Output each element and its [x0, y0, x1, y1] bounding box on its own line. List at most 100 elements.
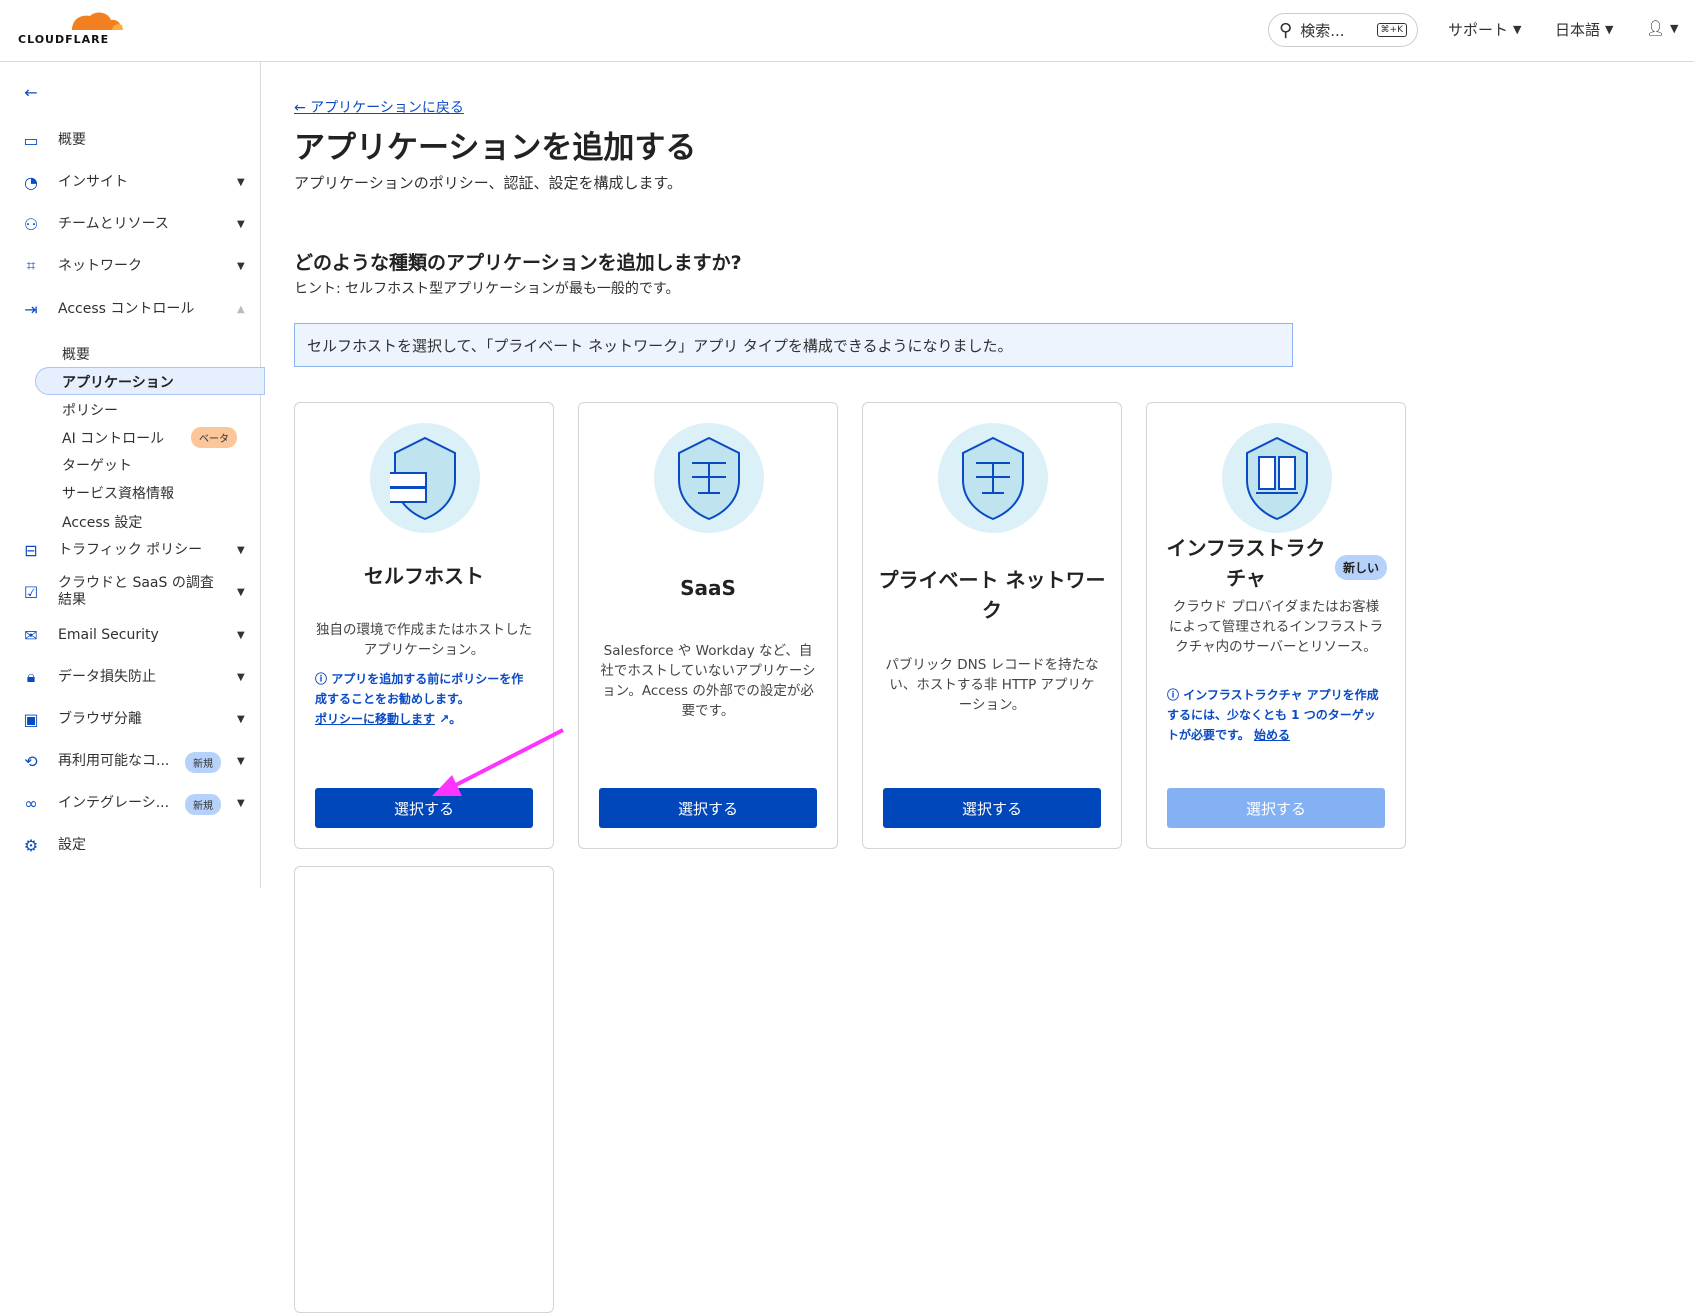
search-button[interactable]: ⚲ 検索... ⌘+K: [1268, 13, 1418, 47]
sidebar-item-label: トラフィック ポリシー: [58, 541, 203, 558]
section-question: どのような種類のアプリケーションを追加しますか?: [294, 252, 742, 274]
language-label: 日本語: [1555, 21, 1601, 39]
external-link-icon: ↗: [439, 712, 450, 726]
access-icon: ⇥: [24, 299, 38, 319]
integration-icon: ∞: [24, 793, 38, 813]
sidebar-item-label: データ損失防止: [58, 668, 156, 685]
info-icon: ⓘ: [1167, 688, 1184, 702]
cloud-scan-icon: ☑: [23, 582, 39, 602]
sidebar-item-label: インサイト: [58, 173, 128, 190]
search-icon: ⚲: [1279, 19, 1293, 41]
dlp-icon: 🔒︎: [26, 667, 36, 686]
user-icon: 👤︎: [1646, 19, 1666, 37]
back-to-applications-link[interactable]: ← アプリケーションに戻る: [294, 97, 464, 117]
user-menu[interactable]: 👤︎ ▼: [1646, 19, 1679, 37]
infrastructure-illustration-icon: [1222, 423, 1332, 533]
support-label: サポート: [1448, 21, 1509, 39]
sidebar-back-button[interactable]: ←: [0, 82, 261, 102]
card-description: 独自の環境で作成またはホストしたアプリケーション。: [316, 622, 532, 658]
page-title: アプリケーションを追加する: [294, 130, 697, 166]
card-additional: [294, 866, 554, 1313]
go-to-policies-link[interactable]: ポリシーに移動します: [315, 712, 435, 726]
beta-badge: ベータ: [191, 427, 237, 448]
select-infrastructure-button[interactable]: 選択する: [1167, 788, 1385, 828]
caret-down-icon: ▼: [237, 671, 245, 683]
overview-icon: ▭: [23, 130, 39, 150]
sidebar-sub-targets[interactable]: ターゲット: [62, 455, 132, 475]
team-icon: ⚇: [23, 214, 39, 234]
language-menu[interactable]: 日本語 ▼: [1555, 19, 1613, 40]
top-header: CLOUDFLARE ⚲ 検索... ⌘+K サポート ▼ 日本語 ▼ 👤︎ ▼: [0, 0, 1694, 62]
sidebar-item-label: ネットワーク: [58, 257, 142, 274]
card-title: プライベート ネットワーク: [878, 568, 1106, 622]
new-badge: 新しい: [1335, 555, 1388, 580]
info-icon: ⓘ: [315, 672, 332, 686]
caret-down-icon: ▼: [1670, 21, 1679, 35]
sidebar-item-label: 再利用可能なコ...: [58, 752, 170, 769]
sidebar-item-label: クラウドと SaaS の調査結果: [58, 575, 214, 608]
get-started-link[interactable]: 始める: [1254, 728, 1290, 742]
note-text: アプリを追加する前にポリシーを作成することをお勧めします。: [315, 672, 524, 706]
caret-down-icon: ▼: [237, 218, 245, 230]
caret-down-icon: ▼: [237, 544, 245, 556]
card-self-hosted: セルフホスト 独自の環境で作成またはホストしたアプリケーション。 ⓘ アプリを追…: [294, 402, 554, 849]
sidebar-sub-ai-controls[interactable]: AI コントロール: [62, 428, 164, 448]
info-banner: セルフホストを選択して、「プライベート ネットワーク」アプリ タイプを構成できる…: [294, 323, 1293, 367]
caret-down-icon: ▼: [1605, 23, 1614, 36]
card-private-network: プライベート ネットワーク パブリック DNS レコードを持たない、ホストする非…: [862, 402, 1122, 849]
reusable-icon: ⟲: [24, 751, 38, 771]
sidebar: ← ▭ 概要 ◔ インサイト ▼ ⚇ チームとリソース ▼ ⌗ ネットワーク ▼ ⇥ Acces…: [0, 62, 265, 888]
card-note: ⓘ インフラストラクチャ アプリを作成するには、少なくとも 1 つのターゲットが…: [1167, 685, 1385, 745]
card-infrastructure: インフラストラクチャ 新しい クラウド プロバイダまたはお客様によって管理される…: [1146, 402, 1406, 849]
sidebar-item-label: ブラウザ分離: [58, 710, 142, 727]
caret-down-icon: ▼: [237, 713, 245, 725]
card-description: パブリック DNS レコードを持たない、ホストする非 HTTP アプリケーション…: [885, 657, 1099, 713]
select-saas-button[interactable]: 選択する: [599, 788, 817, 828]
search-placeholder: 検索...: [1300, 21, 1345, 40]
new-badge: 新規: [185, 794, 221, 815]
pie-chart-icon: ◔: [24, 172, 38, 192]
card-title: SaaS: [680, 576, 736, 600]
sidebar-item-label: チームとリソース: [58, 215, 169, 232]
network-icon: ⌗: [26, 256, 36, 275]
sidebar-item-label: インテグレーシ...: [58, 794, 170, 811]
card-note: ⓘ アプリを追加する前にポリシーを作成することをお勧めします。ポリシーに移動しま…: [315, 672, 524, 726]
select-private-network-button[interactable]: 選択する: [883, 788, 1101, 828]
page-subtitle: アプリケーションのポリシー、認証、設定を構成します。: [294, 174, 683, 192]
sidebar-sub-applications[interactable]: アプリケーション: [62, 372, 174, 392]
caret-down-icon: ▼: [237, 797, 245, 809]
sidebar-sub-policies[interactable]: ポリシー: [62, 400, 118, 420]
sidebar-sub-service-credentials[interactable]: サービス資格情報: [62, 483, 174, 503]
new-badge: 新規: [185, 752, 221, 773]
card-saas: SaaS Salesforce や Workday など、自社でホストしていない…: [578, 402, 838, 849]
card-description: Salesforce や Workday など、自社でホストしていないアプリケー…: [600, 643, 816, 719]
sidebar-sub-overview[interactable]: 概要: [62, 344, 90, 364]
browser-icon: ▣: [23, 709, 39, 729]
caret-down-icon: ▼: [237, 176, 245, 188]
email-security-icon: ✉: [24, 625, 38, 645]
caret-down-icon: ▼: [1513, 23, 1522, 36]
traffic-icon: ⊟: [24, 540, 38, 560]
private-network-illustration-icon: [938, 423, 1048, 533]
sidebar-item-label: Access コントロール: [58, 300, 195, 317]
self-hosted-illustration-icon: [370, 423, 480, 533]
caret-down-icon: ▼: [237, 629, 245, 641]
section-hint: ヒント: セルフホスト型アプリケーションが最も一般的です。: [294, 281, 680, 297]
caret-down-icon: ▼: [237, 755, 245, 767]
logo-text: CLOUDFLARE: [18, 33, 110, 46]
card-title: インフラストラクチャ: [1166, 536, 1326, 590]
support-menu[interactable]: サポート ▼: [1448, 19, 1521, 40]
saas-illustration-icon: [654, 423, 764, 533]
sidebar-item-label: 概要: [58, 131, 86, 148]
sidebar-sub-access-settings[interactable]: Access 設定: [62, 512, 142, 532]
info-text: セルフホストを選択して、「プライベート ネットワーク」アプリ タイプを構成できる…: [307, 336, 1013, 355]
gear-icon: ⚙: [23, 835, 39, 855]
sidebar-item-label: Email Security: [58, 626, 159, 643]
shortcut-hint: ⌘+K: [1376, 23, 1407, 37]
select-self-hosted-button[interactable]: 選択する: [315, 788, 533, 828]
caret-down-icon: ▼: [237, 586, 245, 598]
arrow-left-icon: ←: [24, 82, 38, 102]
sidebar-item-label: 設定: [58, 836, 86, 853]
caret-down-icon: ▼: [237, 260, 245, 272]
card-title: セルフホスト: [364, 564, 484, 588]
